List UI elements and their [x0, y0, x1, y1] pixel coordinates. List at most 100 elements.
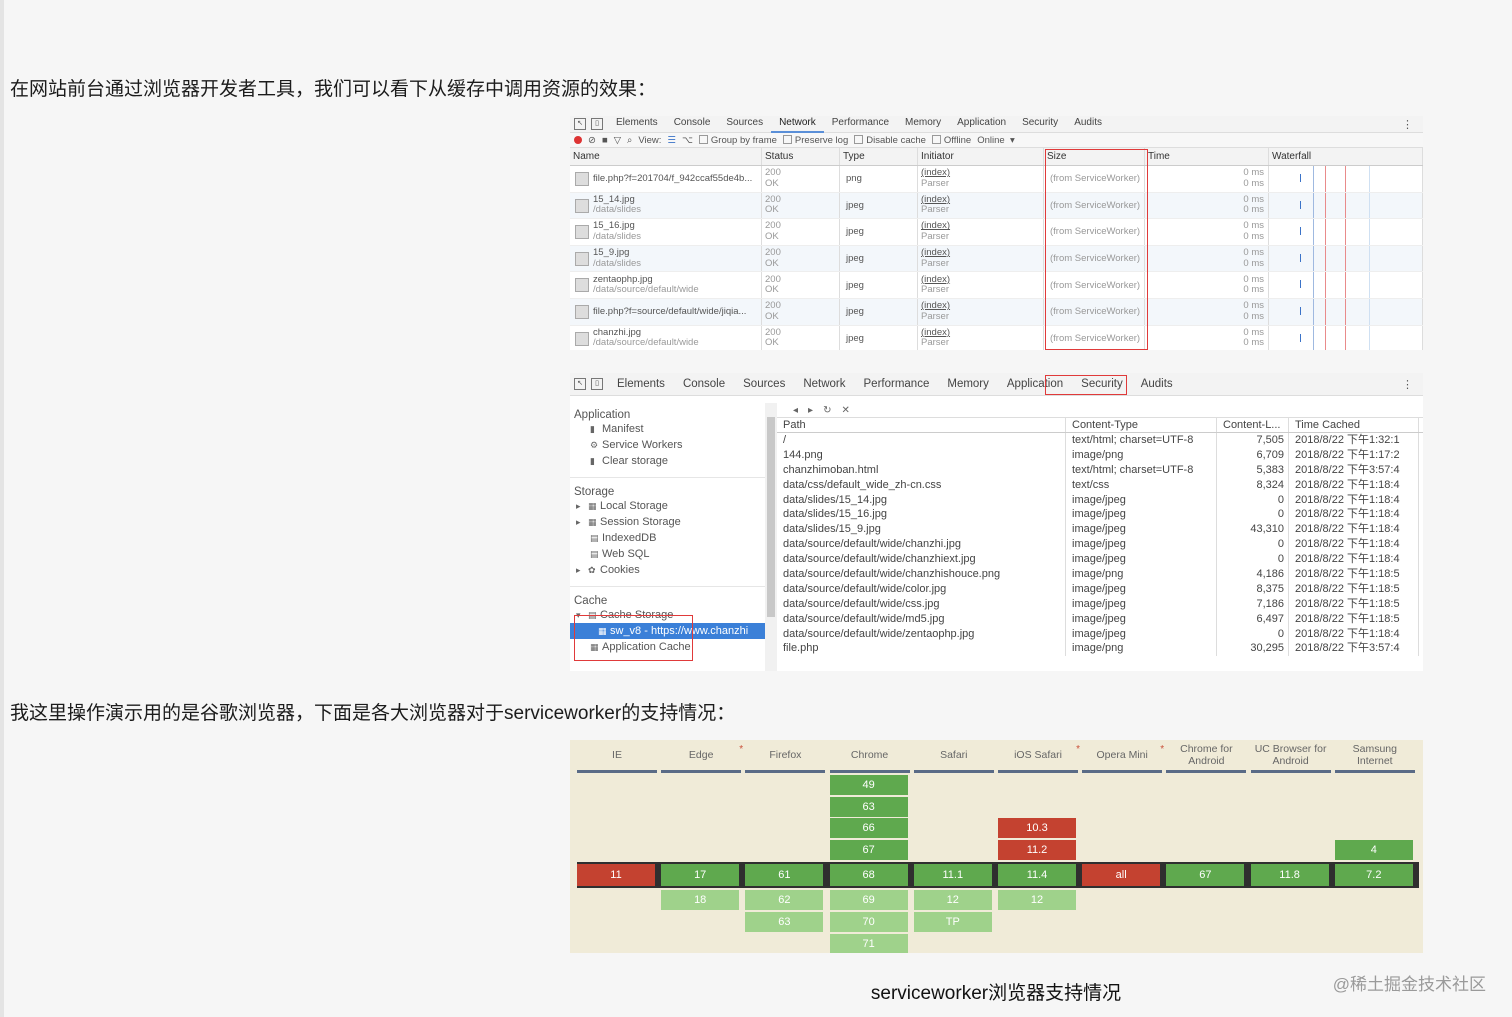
- device-toggle-icon[interactable]: ▯: [591, 378, 603, 390]
- cache-column-content-l[interactable]: Content-L...: [1217, 418, 1289, 432]
- network-row[interactable]: 15_16.jpg/data/slides 200 OK jpeg (index) Par…: [570, 219, 1423, 246]
- version-cell[interactable]: 11.8: [1250, 864, 1329, 886]
- expand-arrow-icon[interactable]: ▸: [576, 562, 588, 578]
- version-cell[interactable]: 67: [829, 840, 908, 861]
- tab-network[interactable]: Network: [771, 116, 824, 133]
- version-cell[interactable]: 66: [829, 818, 908, 839]
- offline-checkbox[interactable]: Offline: [931, 135, 971, 146]
- cache-row[interactable]: data/slides/15_9.jpg image/jpeg 43,310 2018…: [777, 522, 1423, 538]
- version-cell[interactable]: 11.1: [913, 864, 992, 886]
- tab-sources[interactable]: Sources: [718, 116, 771, 131]
- tab-audits[interactable]: Audits: [1066, 116, 1110, 131]
- version-cell[interactable]: 7.2: [1334, 864, 1413, 886]
- cache-row[interactable]: data/source/default/wide/color.jpg image/…: [777, 581, 1423, 597]
- sidebar-item-session-storage[interactable]: ▸ ▦ Session Storage: [570, 514, 765, 530]
- cache-row[interactable]: data/source/default/wide/chanzhi.jpg imag…: [777, 537, 1423, 553]
- version-cell[interactable]: 63: [829, 796, 908, 817]
- group-by-frame-checkbox[interactable]: Group by frame: [698, 135, 777, 146]
- tab-audits[interactable]: Audits: [1132, 373, 1182, 395]
- version-cell[interactable]: 11.2: [998, 840, 1076, 861]
- expand-arrow-icon[interactable]: ▸: [576, 498, 588, 514]
- cache-row[interactable]: data/slides/15_16.jpg image/jpeg 0 2018/8/2…: [777, 507, 1423, 523]
- sidebar-scrollbar[interactable]: [765, 403, 777, 671]
- column-header-initiator[interactable]: Initiator: [918, 148, 1044, 165]
- throttling-select[interactable]: Online ▾: [977, 135, 1015, 146]
- version-cell[interactable]: all: [1082, 864, 1161, 886]
- inspect-icon[interactable]: ↖: [574, 118, 586, 130]
- version-cell[interactable]: 12: [998, 890, 1076, 910]
- preserve-log-checkbox[interactable]: Preserve log: [782, 135, 848, 146]
- disable-cache-checkbox[interactable]: Disable cache: [854, 135, 926, 146]
- tab-security[interactable]: Security: [1072, 373, 1132, 395]
- more-menu-icon[interactable]: ⋮: [1392, 118, 1423, 131]
- inspect-icon[interactable]: ↖: [574, 378, 586, 390]
- cache-row[interactable]: data/source/default/wide/md5.jpg image/jp…: [777, 611, 1423, 627]
- version-cell[interactable]: 70: [829, 911, 908, 932]
- tab-elements[interactable]: Elements: [608, 373, 674, 395]
- tab-console[interactable]: Console: [666, 116, 719, 131]
- sidebar-item-cache-storage[interactable]: ▾ ▤ Cache Storage: [570, 607, 765, 623]
- network-row[interactable]: 15_9.jpg/data/slides 200 OK jpeg (index) Pars…: [570, 245, 1423, 273]
- network-row[interactable]: 15_14.jpg/data/slides 200 OK jpeg (index) Par…: [570, 192, 1423, 220]
- more-menu-icon[interactable]: ⋮: [1392, 378, 1423, 391]
- column-header-time[interactable]: Time: [1145, 148, 1269, 165]
- version-cell[interactable]: 10.3: [998, 818, 1076, 839]
- sidebar-item-cookies[interactable]: ▸ ✿ Cookies: [570, 562, 765, 578]
- network-row[interactable]: file.php?f=201704/f_942ccaf55de4b... 200 O…: [570, 166, 1423, 193]
- version-cell[interactable]: 69: [829, 890, 908, 910]
- tab-sources[interactable]: Sources: [734, 373, 794, 395]
- version-cell[interactable]: 11.4: [998, 864, 1076, 886]
- refresh-icon[interactable]: ↻: [823, 405, 831, 416]
- network-row[interactable]: zentaophp.jpg/data/source/default/wide 20…: [570, 272, 1423, 299]
- sidebar-item-web-sql[interactable]: ▤ Web SQL: [570, 546, 765, 562]
- sidebar-item-service-workers[interactable]: ⚙ Service Workers: [570, 437, 765, 453]
- cache-row[interactable]: data/source/default/wide/chanzhiext.jpg i…: [777, 552, 1423, 568]
- column-header-waterfall[interactable]: Waterfall: [1269, 148, 1423, 165]
- record-icon[interactable]: [574, 136, 582, 144]
- tab-memory[interactable]: Memory: [938, 373, 998, 395]
- cache-row[interactable]: file.php image/png 30,295 2018/8/22 下午3:57:…: [777, 641, 1423, 657]
- tab-elements[interactable]: Elements: [608, 116, 666, 131]
- column-header-size[interactable]: Size: [1044, 148, 1145, 165]
- tab-security[interactable]: Security: [1014, 116, 1066, 131]
- sidebar-item-local-storage[interactable]: ▸ ▦ Local Storage: [570, 498, 765, 514]
- expand-arrow-icon[interactable]: ▸: [576, 514, 588, 530]
- cache-row[interactable]: data/source/default/wide/chanzhishouce.p…: [777, 567, 1423, 582]
- column-header-type[interactable]: Type: [840, 148, 918, 165]
- tab-performance[interactable]: Performance: [824, 116, 897, 131]
- network-row[interactable]: file.php?f=source/default/wide/jiqia... 2…: [570, 298, 1423, 326]
- tab-memory[interactable]: Memory: [897, 116, 949, 131]
- cache-row[interactable]: / text/html; charset=UTF-8 7,505 2018/8/22 …: [777, 433, 1423, 448]
- column-header-name[interactable]: Name: [570, 148, 762, 165]
- sidebar-item-application-cache[interactable]: ▦ Application Cache: [570, 639, 765, 655]
- tab-performance[interactable]: Performance: [855, 373, 939, 395]
- cache-column-content-type[interactable]: Content-Type: [1066, 418, 1217, 432]
- sidebar-item-sw-cache[interactable]: ▦ sw_v8 - https://www.chanzhi: [570, 623, 765, 639]
- sidebar-item-clear-storage[interactable]: ▮ Clear storage: [570, 453, 765, 469]
- sidebar-item-manifest[interactable]: ▮ Manifest: [570, 421, 765, 437]
- collapse-arrow-icon[interactable]: ▾: [576, 607, 588, 623]
- cache-row[interactable]: data/slides/15_14.jpg image/jpeg 0 2018/8/2…: [777, 492, 1423, 508]
- cache-column-path[interactable]: Path: [777, 418, 1066, 432]
- version-cell[interactable]: 68: [829, 864, 908, 886]
- overview-icon[interactable]: ⌥: [682, 135, 693, 146]
- version-cell[interactable]: 4: [1334, 840, 1413, 861]
- version-cell[interactable]: 12: [913, 890, 992, 910]
- version-cell[interactable]: 18: [661, 890, 740, 910]
- network-row[interactable]: chanzhi.jpg/data/source/default/wide 200 O…: [570, 325, 1423, 350]
- cache-row[interactable]: data/source/default/wide/css.jpg image/jp…: [777, 596, 1423, 612]
- version-cell[interactable]: 17: [661, 864, 740, 886]
- previous-icon[interactable]: ◂: [793, 405, 798, 416]
- version-cell[interactable]: 62: [745, 890, 824, 910]
- filter-icon[interactable]: ▽: [614, 135, 621, 146]
- search-icon[interactable]: ⌕: [627, 135, 632, 146]
- tab-network[interactable]: Network: [794, 373, 854, 395]
- camera-icon[interactable]: ■: [602, 135, 608, 146]
- initiator-link[interactable]: (index): [921, 248, 1043, 259]
- column-header-status[interactable]: Status: [762, 148, 840, 165]
- cache-row[interactable]: data/css/default_wide_zh-cn.css text/css 8…: [777, 477, 1423, 493]
- version-cell[interactable]: 63: [745, 911, 824, 932]
- tab-application[interactable]: Application: [949, 116, 1014, 131]
- version-cell[interactable]: TP: [913, 911, 992, 932]
- delete-icon[interactable]: ✕: [841, 405, 849, 416]
